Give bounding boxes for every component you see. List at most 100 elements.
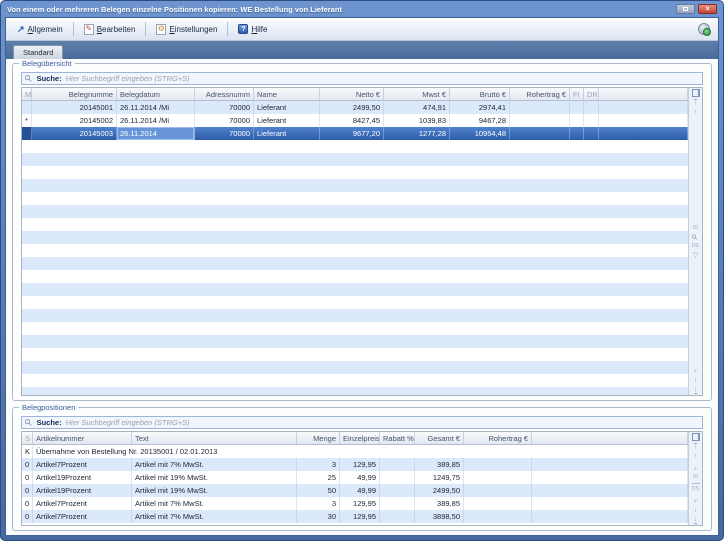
positionen-table-body: KÜbernahme von Bestellung Nr. 20135001 /… xyxy=(22,445,688,525)
cell-text: Artikel mit 19% MwSt. xyxy=(132,484,297,497)
table-row[interactable]: *2014500226.11.2014 /Mi70000Lieferant842… xyxy=(22,114,688,127)
last-record-icon[interactable]: ↓ xyxy=(694,386,698,394)
table-row[interactable]: 0Artikel7ProzentArtikel mit 7% MwSt.3012… xyxy=(22,510,688,523)
strip-middle: ID ⚲ DS ▽ xyxy=(692,225,699,259)
column-header-dr[interactable]: DR xyxy=(584,88,599,100)
cell-ep: 49,99 xyxy=(340,484,380,497)
column-header-text[interactable]: Text xyxy=(132,432,297,444)
cell-ges: 3898,50 xyxy=(415,510,464,523)
cell-filler xyxy=(532,510,688,523)
first-record-icon[interactable]: ↑ xyxy=(694,443,698,451)
menu-allgemein[interactable]: ↗ Allgemein xyxy=(11,23,69,36)
positionen-table-side-toolbar: ↑ ↑ ▴ ID DS ▾ ↓ ↓ xyxy=(688,432,702,525)
cell-mwst: 1039,83 xyxy=(384,114,450,127)
empty-row xyxy=(22,257,688,270)
column-header-dat[interactable]: Belegdatum xyxy=(117,88,195,100)
cell-brutto: 2974,41 xyxy=(450,101,510,114)
column-header-m[interactable]: M xyxy=(22,88,32,100)
cell-filler xyxy=(599,101,688,114)
cell-ep: 129,95 xyxy=(340,510,380,523)
column-header-art[interactable]: Artikelnummer xyxy=(33,432,132,444)
empty-row xyxy=(22,283,688,296)
column-header-rab[interactable]: Rabatt % xyxy=(380,432,415,444)
cell-roh xyxy=(464,510,532,523)
cell-roh xyxy=(510,101,570,114)
empty-row xyxy=(22,166,688,179)
column-header-netto[interactable]: Netto € xyxy=(320,88,384,100)
cell-netto: 8427,45 xyxy=(320,114,384,127)
previous-record-icon[interactable]: ↑ xyxy=(694,453,698,460)
restore-button[interactable] xyxy=(676,4,695,14)
cell-art: Artikel19Prozent xyxy=(33,484,132,497)
column-header-s[interactable]: S xyxy=(22,432,33,444)
menu-bearbeiten[interactable]: ✎ Bearbeiten xyxy=(78,22,142,37)
table-row[interactable]: 0Artikel19ProzentArtikel mit 19% MwSt.25… xyxy=(22,471,688,484)
copy-record-icon[interactable] xyxy=(692,433,700,441)
copy-record-icon[interactable] xyxy=(692,89,700,97)
online-status-icon[interactable] xyxy=(698,23,710,35)
search-input-uebersicht[interactable]: ⚲ Suche: Hier Suchbegriff eingeben (STRG… xyxy=(21,72,703,85)
column-header-menge[interactable]: Menge xyxy=(297,432,340,444)
cell-filler xyxy=(532,471,688,484)
cell-dr xyxy=(584,101,599,114)
close-button[interactable]: × xyxy=(698,4,717,14)
beleg-table-side-toolbar: ↑ ↑ ID ⚲ DS ▽ ▾ ↓ ↓ xyxy=(688,88,702,395)
column-header-mwst[interactable]: Mwst € xyxy=(384,88,450,100)
cell-dr xyxy=(584,114,599,127)
previous-faded-icon[interactable]: ▴ xyxy=(694,465,698,472)
first-record-icon[interactable]: ↑ xyxy=(694,99,698,107)
cell-art: Artikel19Prozent xyxy=(33,471,132,484)
cell-filler xyxy=(532,458,688,471)
app-window: Von einem oder mehreren Belegen einzelne… xyxy=(0,0,724,541)
arrow-up-right-icon: ↗ xyxy=(17,25,25,34)
strip-middle: ▴ ID DS xyxy=(692,465,700,493)
table-row[interactable]: 0Artikel19ProzentArtikel mit 19% MwSt.50… xyxy=(22,484,688,497)
next-record-icon[interactable]: ↓ xyxy=(694,507,698,514)
cell-text: Artikel mit 7% MwSt. xyxy=(132,510,297,523)
cell-ep: 49,99 xyxy=(340,471,380,484)
cell-adr: 70000 xyxy=(195,127,254,140)
cell-s: 0 xyxy=(22,471,33,484)
next-faded-icon[interactable]: ▾ xyxy=(694,368,698,375)
dataset-view-icon[interactable]: DS xyxy=(692,243,699,250)
cell-s: 0 xyxy=(22,458,33,471)
menu-hilfe[interactable]: ? Hilfe xyxy=(232,22,273,36)
cell-m: * xyxy=(22,114,32,127)
next-record-icon[interactable]: ↓ xyxy=(694,377,698,384)
column-header-ep[interactable]: Einzelpreis € xyxy=(340,432,380,444)
empty-row xyxy=(22,322,688,335)
column-header-nr[interactable]: Belegnumme xyxy=(32,88,117,100)
tab-standard[interactable]: Standard xyxy=(13,45,63,59)
column-header-filler xyxy=(599,88,688,100)
column-header-adr[interactable]: Adressnumm xyxy=(195,88,254,100)
cell-dat: 26.11.2014 /Mi xyxy=(117,101,195,114)
last-record-icon[interactable]: ↓ xyxy=(694,516,698,524)
table-row[interactable]: 0Artikel7ProzentArtikel mit 7% MwSt.3129… xyxy=(22,497,688,510)
cell-menge: 30 xyxy=(297,510,340,523)
dataset-view-icon[interactable]: DS xyxy=(692,486,699,493)
table-row[interactable]: 2014500326.11.201470000Lieferant9677,201… xyxy=(22,127,688,140)
menu-einstellungen[interactable]: ⚙ Einstellungen xyxy=(150,22,223,37)
column-header-fi[interactable]: FI xyxy=(570,88,584,100)
cell-name: Lieferant xyxy=(254,101,320,114)
empty-row xyxy=(22,387,688,395)
search-placeholder: Hier Suchbegriff eingeben (STRG+S) xyxy=(66,418,190,427)
column-header-roh[interactable]: Rohertrag € xyxy=(464,432,532,444)
cell-netto: 9677,20 xyxy=(320,127,384,140)
card-view-icon[interactable]: ID xyxy=(693,474,698,481)
search-input-positionen[interactable]: ⚲ Suche: Hier Suchbegriff eingeben (STRG… xyxy=(21,416,703,429)
column-header-name[interactable]: Name xyxy=(254,88,320,100)
column-header-ges[interactable]: Gesamt € xyxy=(415,432,464,444)
table-row[interactable]: KÜbernahme von Bestellung Nr. 20135001 /… xyxy=(22,445,688,458)
cell-text: Artikel mit 7% MwSt. xyxy=(132,458,297,471)
cell-art: Artikel7Prozent xyxy=(33,497,132,510)
filter-icon[interactable]: ▽ xyxy=(693,252,698,259)
previous-record-icon[interactable]: ↑ xyxy=(694,109,698,116)
record-search-icon[interactable]: ⚲ xyxy=(691,233,700,242)
table-row[interactable]: 0Artikel7ProzentArtikel mit 7% MwSt.3129… xyxy=(22,458,688,471)
next-faded-icon[interactable]: ▾ xyxy=(694,498,698,505)
card-view-icon[interactable]: ID xyxy=(693,225,698,232)
column-header-brutto[interactable]: Brutto € xyxy=(450,88,510,100)
table-row[interactable]: 2014500126.11.2014 /Mi70000Lieferant2499… xyxy=(22,101,688,114)
column-header-roh[interactable]: Rohertrag € xyxy=(510,88,570,100)
